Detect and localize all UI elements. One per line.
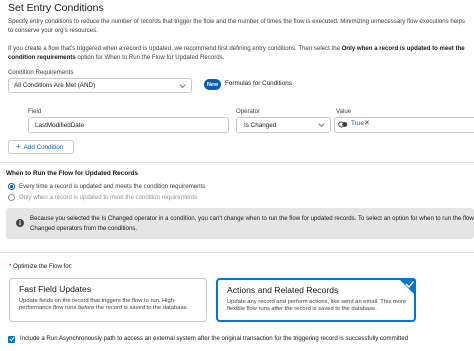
option-card-fast-field-updates[interactable]: Fast Field Updates Update fields on the … [9,278,207,322]
operator-select[interactable]: Is Changed [236,117,331,133]
info-line-2: Changed operators from the conditions. [30,225,138,232]
field-input[interactable]: LastModifiedDate [28,117,229,133]
recommendation-text: If you create a flow that's triggered wh… [8,44,470,62]
info-message: i Because you selected the Is Changed op… [6,208,474,239]
remove-value-icon[interactable]: ✕ [364,119,370,127]
recommendation-post: option for When to Run the Flow for Upda… [75,54,225,61]
async-path-checkbox-row[interactable]: Include a Run Asynchronously path to acc… [8,335,408,343]
card-description-post: the record is saved to the database. [94,305,189,312]
field-input-value: LastModifiedDate [35,121,85,129]
radio-every-time[interactable]: Every time a record is updated and meets… [8,183,205,190]
radio-button-selected[interactable] [8,183,15,190]
selected-check-icon [398,278,416,296]
page-title: Set Entry Conditions [8,2,104,14]
recommendation-pre: If you create a flow that's triggered wh… [8,45,342,52]
card-description-emphasis: after [271,306,284,313]
section-divider [0,162,474,163]
new-badge: New [204,79,221,90]
checkmark-icon [8,336,15,342]
value-pill[interactable]: True [351,120,364,127]
boolean-toggle-icon [338,121,348,128]
operator-label: Operator [236,108,261,115]
radio-only-when-label: Only when a record is updated to meet th… [19,194,198,201]
condition-requirements-label: Condition Requirements [8,69,74,76]
optimize-heading: * Optimize the Flow for: [9,263,72,270]
add-condition-button[interactable]: + Add Condition [8,140,74,154]
option-card-actions-related-records[interactable]: Actions and Related Records Update any r… [216,278,416,322]
info-icon: i [16,219,24,227]
radio-button[interactable] [8,194,15,201]
condition-requirements-value: All Conditions Are Met (AND) [14,82,96,89]
entry-conditions-description: Specify entry conditions to reduce the n… [8,18,465,34]
async-path-checkbox[interactable] [8,335,15,343]
formulas-for-conditions-label: Formulas for Conditions [225,80,292,87]
card-title: Actions and Related Records [227,285,339,295]
value-label: Value [336,108,352,115]
plus-icon: + [16,142,21,151]
info-line-1: Because you selected the Is Changed oper… [30,215,474,222]
condition-requirements-select[interactable]: All Conditions Are Met (AND) [8,78,192,93]
async-path-label: Include a Run Asynchronously path to acc… [20,335,409,342]
card-description-post: the record is saved to the database. [283,306,377,313]
card-description: Update fields on the record that trigger… [19,298,201,313]
card-description: Update any record and perform actions, l… [227,299,409,314]
operator-select-value: Is Changed [244,121,277,129]
chevron-down-icon [179,83,186,88]
when-to-run-heading: When to Run the Flow for Updated Records [6,170,139,177]
chevron-down-icon [318,123,325,128]
radio-every-time-label: Every time a record is updated and meets… [19,183,206,190]
card-title: Fast Field Updates [19,284,92,294]
optimize-heading-text: Optimize the Flow for: [13,263,73,270]
info-message-text: Because you selected the Is Changed oper… [30,214,474,234]
required-mark: * [9,263,12,270]
card-description-emphasis: before [77,305,95,312]
section-divider [0,252,474,253]
field-label: Field [28,108,42,115]
radio-only-when-updated[interactable]: Only when a record is updated to meet th… [8,194,197,201]
add-condition-label: Add Condition [23,143,64,151]
